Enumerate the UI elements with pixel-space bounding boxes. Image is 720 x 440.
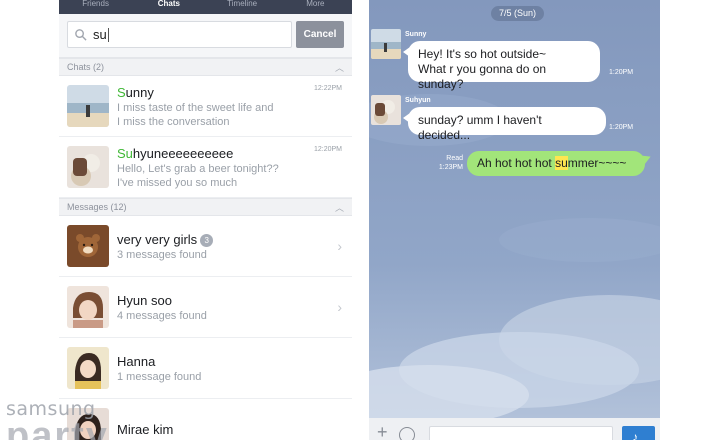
message-result-row[interactable]: very very girls 3 3 messages found ›: [59, 216, 352, 277]
member-count-badge: 3: [200, 233, 214, 247]
message-bubble[interactable]: Hey! It's so hot outside~ What r you gon…: [403, 41, 600, 91]
avatar[interactable]: [371, 29, 401, 59]
chat-preview-line: Hello, Let's grab a beer tonight??: [117, 162, 279, 175]
message-result-row[interactable]: Hanna 1 message found: [59, 338, 352, 399]
tab-chats[interactable]: Chats: [132, 0, 205, 14]
search-icon: [75, 29, 87, 41]
read-receipt: Read 1:23PM: [433, 154, 463, 172]
date-divider: 7/5 (Sun): [491, 6, 544, 21]
chats-section-title: Chats (2): [67, 62, 105, 72]
chevron-right-icon: ›: [337, 299, 342, 315]
message-time: 1:20PM: [609, 124, 634, 131]
message-input[interactable]: [429, 426, 613, 440]
chat-room-screen: 7/5 (Sun) Sunny Hey! It's so hot outside…: [369, 0, 660, 440]
text-cursor: [107, 27, 109, 42]
message-bubble-sent[interactable]: Ah hot hot hot summer~~~~: [467, 151, 645, 176]
message-text: What r you gonna do on sunday?: [418, 62, 547, 91]
chat-preview-line: I've missed you so much: [117, 176, 238, 189]
message-contact-name: Hanna: [117, 353, 156, 369]
message-text: Hey! It's so hot outside~: [418, 47, 547, 61]
chevron-right-icon: ›: [337, 238, 342, 254]
messages-section-title: Messages (12): [67, 202, 127, 212]
search-highlight: su: [555, 156, 568, 170]
chat-time: 12:20PM: [313, 146, 342, 153]
chevron-up-icon: ︿: [334, 62, 344, 73]
search-screen: Friends Chats Timeline More su Cancel Ch…: [59, 0, 352, 440]
search-query: su: [93, 27, 107, 42]
avatar: [67, 225, 109, 267]
chevron-up-icon: ︿: [334, 202, 344, 213]
screenshot-stage: Friends Chats Timeline More su Cancel Ch…: [0, 0, 720, 440]
message-count: 4 messages found: [117, 309, 207, 322]
message-bubble[interactable]: sunday? umm I haven't decided...: [403, 107, 606, 142]
chat-preview-line: I miss taste of the sweet life and: [117, 101, 274, 114]
avatar: [67, 347, 109, 389]
message-count: 3 messages found: [117, 248, 207, 261]
messages-section-header[interactable]: Messages (12) ︿: [59, 198, 352, 216]
voice-button[interactable]: ♪: [622, 426, 655, 440]
add-attachment-icon[interactable]: +: [377, 422, 388, 440]
emoticon-icon[interactable]: [399, 427, 415, 440]
mic-icon: ♪: [632, 430, 638, 440]
tab-more[interactable]: More: [279, 0, 352, 14]
search-bar: su Cancel: [59, 14, 352, 58]
message-time: 1:23PM: [438, 164, 463, 171]
message-contact-name: Mirae kim: [117, 421, 174, 437]
sender-name: Suhyun: [405, 97, 431, 104]
message-group-name: very very girls 3: [117, 231, 352, 248]
avatar: [67, 146, 109, 188]
message-text: sunday? umm I haven't decided...: [418, 113, 542, 142]
message-count: 1 message found: [117, 370, 202, 383]
message-input-bar: + ♪: [369, 418, 660, 440]
chat-time: 12:22PM: [313, 85, 342, 92]
avatar: [67, 286, 109, 328]
top-tab-bar: Friends Chats Timeline More: [59, 0, 352, 14]
message-text: Ah hot hot hot summer~~~~: [477, 156, 627, 170]
cancel-button[interactable]: Cancel: [296, 21, 344, 48]
watermark-logo: party: [6, 415, 109, 440]
chat-result-row[interactable]: Suhyuneeeeeeeeee Hello, Let's grab a bee…: [59, 137, 352, 198]
avatar[interactable]: [371, 95, 401, 125]
avatar: [67, 85, 109, 127]
tab-friends[interactable]: Friends: [59, 0, 132, 14]
search-input[interactable]: su: [67, 21, 292, 48]
sender-name: Sunny: [405, 31, 427, 38]
chat-preview-line: I miss the conversation: [117, 115, 230, 128]
chat-result-row[interactable]: Sunny I miss taste of the sweet life and…: [59, 76, 352, 137]
message-contact-name: Hyun soo: [117, 292, 172, 308]
chats-section-header[interactable]: Chats (2) ︿: [59, 58, 352, 76]
tab-timeline[interactable]: Timeline: [206, 0, 279, 14]
message-result-row[interactable]: Hyun soo 4 messages found ›: [59, 277, 352, 338]
message-time: 1:20PM: [609, 69, 634, 76]
